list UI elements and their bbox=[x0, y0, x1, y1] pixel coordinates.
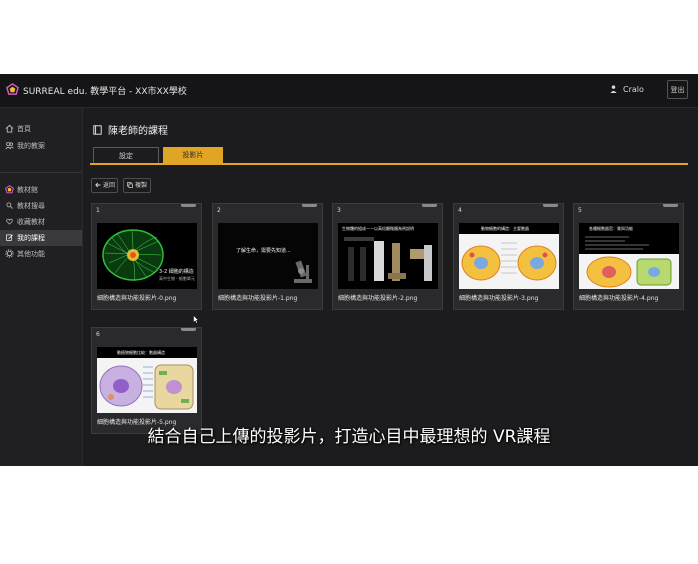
copy-button-label: 複製 bbox=[135, 182, 148, 189]
arrow-left-icon bbox=[95, 182, 101, 188]
user-menu[interactable]: Cralo bbox=[610, 85, 644, 94]
video-subtitle: 結合自己上傳的投影片，打造心目中最理想的 VR課程 bbox=[147, 427, 551, 447]
drag-handle[interactable] bbox=[663, 204, 678, 207]
sidebar-item-label: 其他功能 bbox=[17, 250, 45, 258]
microscope-image bbox=[294, 260, 312, 283]
page-title: 陳老師的課程 bbox=[93, 122, 168, 137]
users-icon bbox=[5, 142, 14, 150]
book-icon bbox=[93, 125, 102, 135]
slide-filename: 細胞構造與功能投影片-4.png bbox=[579, 295, 659, 302]
search-icon bbox=[6, 202, 13, 209]
back-button-label: 返回 bbox=[103, 182, 116, 189]
tab-settings[interactable]: 設定 bbox=[93, 147, 159, 163]
heart-icon bbox=[6, 218, 13, 225]
slide-card[interactable]: 3 生物體的組成——以高倍顯微鏡為例說明 細胞構造與功能投影片-2.png bbox=[332, 203, 443, 310]
mouse-cursor-icon bbox=[193, 315, 199, 324]
slide-number: 1 bbox=[96, 207, 100, 214]
back-button[interactable]: 返回 bbox=[91, 178, 118, 193]
logout-button[interactable]: 登出 bbox=[667, 80, 688, 99]
slide-card[interactable]: 6 動植物細胞比較：胞器構造 細胞構造與功能投影片-5.png bbox=[91, 327, 202, 434]
slide-card[interactable]: 5 各種細胞器官：質與功能 細胞構造與功能投影片-4.png bbox=[573, 203, 684, 310]
slide-thumbnail: 了解生命，需要先知道... bbox=[218, 223, 318, 289]
slide-number: 2 bbox=[217, 207, 221, 214]
sidebar-item-home[interactable]: 首頁 bbox=[0, 121, 82, 137]
slide-number: 4 bbox=[458, 207, 462, 214]
drag-handle[interactable] bbox=[181, 204, 196, 207]
logo-icon bbox=[6, 83, 19, 95]
drag-handle[interactable] bbox=[543, 204, 558, 207]
main-content: 陳老師的課程 設定 投影片 返回 複製 1 3-2 細胞的構造 高中生物 · 細… bbox=[83, 108, 698, 466]
sidebar-item-my-courses[interactable]: 我的課程 bbox=[0, 230, 82, 246]
sidebar-item-materials[interactable]: 教材館 bbox=[0, 182, 82, 198]
copy-button[interactable]: 複製 bbox=[123, 178, 151, 193]
slide-card[interactable]: 2 了解生命，需要先知道... 細胞構造與功能投影片-1.png bbox=[212, 203, 323, 310]
slide-number: 5 bbox=[578, 207, 582, 214]
drag-handle[interactable] bbox=[422, 204, 437, 207]
sidebar-item-other[interactable]: 其他功能 bbox=[0, 246, 82, 262]
slide-filename: 細胞構造與功能投影片-0.png bbox=[97, 295, 177, 302]
slide-filename: 細胞構造與功能投影片-1.png bbox=[218, 295, 298, 302]
sidebar-item-label: 教材館 bbox=[17, 186, 38, 194]
sidebar-item-label: 教材搜尋 bbox=[17, 202, 45, 210]
brand-title: SURREAL edu. 教學平台 - XX市XX學校 bbox=[23, 87, 187, 97]
drag-handle[interactable] bbox=[181, 328, 196, 331]
slide-filename: 細胞構造與功能投影片-2.png bbox=[338, 295, 418, 302]
slide-number: 3 bbox=[337, 207, 341, 214]
slide-thumbnail: 各種細胞器官：質與功能 bbox=[579, 223, 679, 289]
user-icon bbox=[610, 85, 617, 93]
animal-cell-diagram bbox=[459, 234, 559, 289]
tabs-underline bbox=[90, 163, 688, 165]
slide-thumbnail: 動植物細胞比較：胞器構造 bbox=[97, 347, 197, 413]
sidebar-item-search[interactable]: 教材搜尋 bbox=[0, 198, 82, 214]
gear-icon bbox=[5, 249, 14, 258]
home-icon bbox=[5, 124, 14, 133]
slide-filename: 細胞構造與功能投影片-3.png bbox=[459, 295, 539, 302]
sidebar-item-label: 首頁 bbox=[17, 125, 31, 133]
slide-number: 6 bbox=[96, 331, 100, 338]
cell-comparison-diagram bbox=[97, 358, 197, 413]
thumbnail-subcaption: 高中生物 · 細胞單元 bbox=[159, 276, 195, 281]
sidebar-item-my-lessons[interactable]: 我的教案 bbox=[0, 138, 82, 154]
app-window: SURREAL edu. 教學平台 - XX市XX學校 Cralo 登出 首頁 … bbox=[0, 74, 698, 466]
sidebar-item-label: 我的教案 bbox=[17, 142, 45, 150]
logo-icon bbox=[5, 185, 14, 194]
slide-thumbnail: 動物細胞的構造：主要胞器 bbox=[459, 223, 559, 289]
page-title-text: 陳老師的課程 bbox=[108, 126, 168, 137]
sidebar: 首頁 我的教案 教材館 教材搜尋 收藏教材 我的課程 其他功能 bbox=[0, 108, 83, 466]
edit-icon bbox=[6, 234, 13, 241]
slide-card[interactable]: 4 動物細胞的構造：主要胞器 細胞構造與功能投影片-3.png bbox=[453, 203, 564, 310]
drag-handle[interactable] bbox=[302, 204, 317, 207]
sidebar-item-favorites[interactable]: 收藏教材 bbox=[0, 214, 82, 230]
organelle-diagram bbox=[579, 236, 679, 289]
copy-icon bbox=[127, 182, 133, 188]
slide-thumbnail: 3-2 細胞的構造 高中生物 · 細胞單元 bbox=[97, 223, 197, 289]
top-bar: SURREAL edu. 教學平台 - XX市XX學校 Cralo 登出 bbox=[0, 74, 698, 108]
slide-card[interactable]: 1 3-2 細胞的構造 高中生物 · 細胞單元 細胞構造與功能投影片-0.png bbox=[91, 203, 202, 310]
microscope-diagram bbox=[344, 237, 432, 281]
user-name: Cralo bbox=[623, 85, 644, 94]
sidebar-item-label: 收藏教材 bbox=[17, 218, 45, 226]
thumbnail-caption: 3-2 細胞的構造 bbox=[159, 269, 194, 275]
sidebar-item-label: 我的課程 bbox=[17, 234, 45, 242]
sidebar-divider bbox=[0, 172, 82, 173]
tab-slides[interactable]: 投影片 bbox=[163, 147, 223, 163]
slide-thumbnail: 生物體的組成——以高倍顯微鏡為例說明 bbox=[338, 223, 438, 289]
